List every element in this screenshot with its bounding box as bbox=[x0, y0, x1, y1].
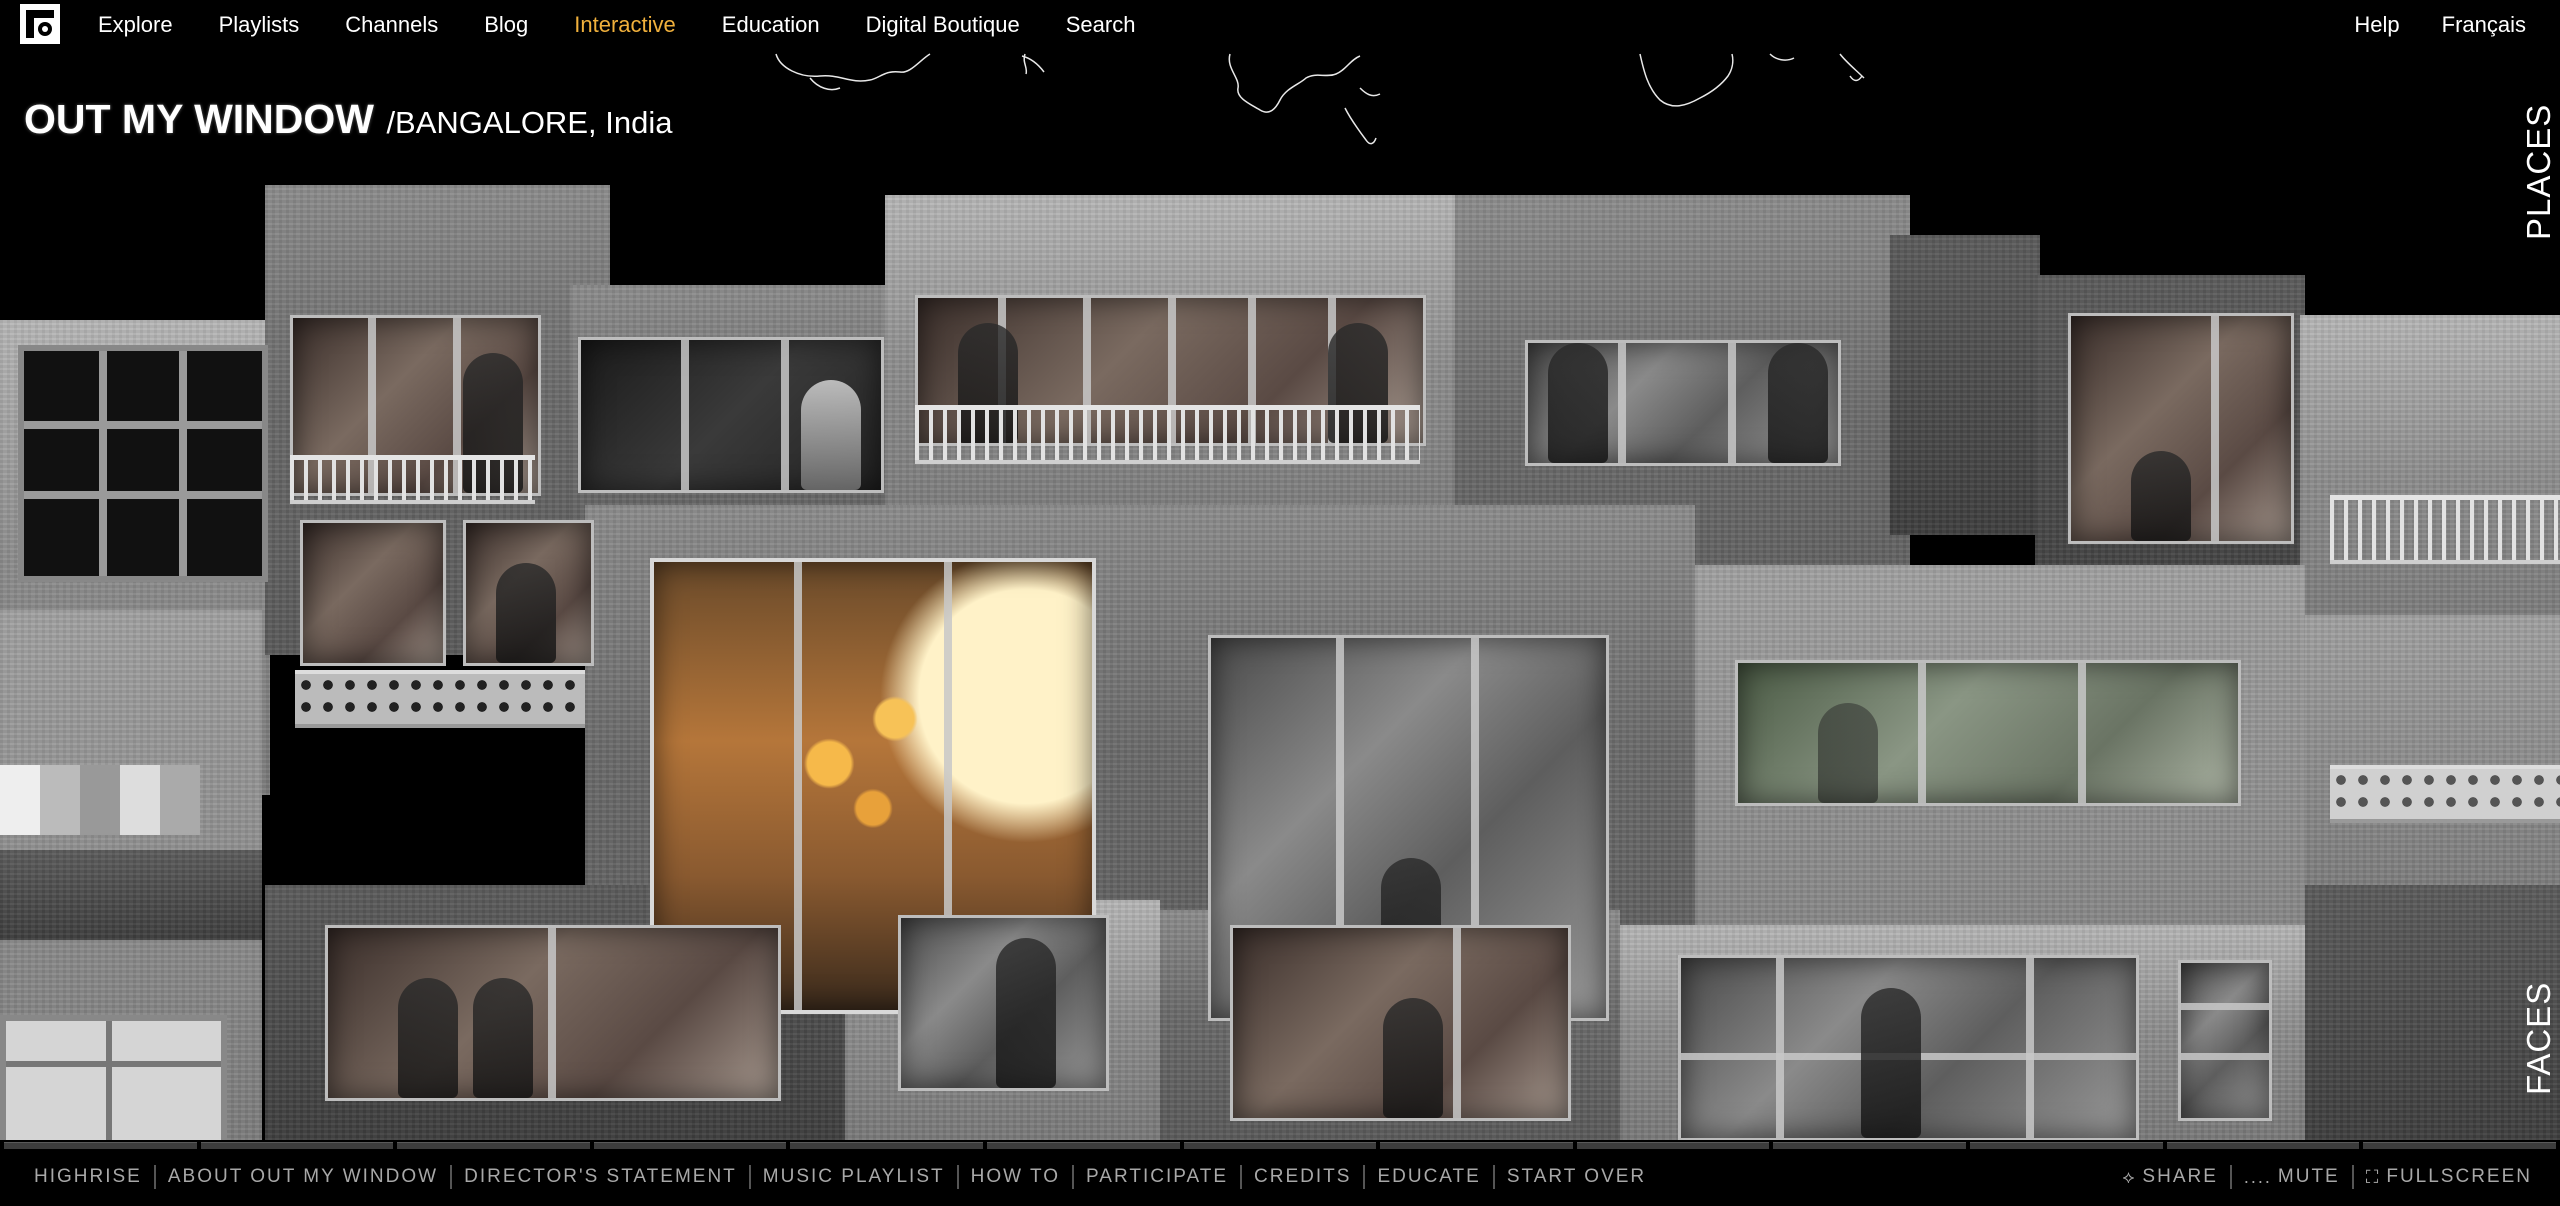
window-man-standing[interactable] bbox=[1678, 955, 2139, 1141]
progress-segment[interactable] bbox=[987, 1142, 1180, 1149]
window-man-coat[interactable] bbox=[898, 915, 1109, 1091]
footer-controls: ⟡ SHARE .... MUTE ⛶ FULLSCREEN bbox=[2111, 1160, 2544, 1194]
progress-segment[interactable] bbox=[790, 1142, 984, 1149]
balcony-rail-col4 bbox=[915, 405, 1420, 464]
places-tab[interactable]: PLACES bbox=[2520, 100, 2558, 240]
nav-digital-boutique[interactable]: Digital Boutique bbox=[866, 12, 1020, 38]
footer-start-over[interactable]: START OVER bbox=[1492, 1165, 1658, 1189]
fullscreen-label: FULLSCREEN bbox=[2386, 1166, 2532, 1187]
mute-label: MUTE bbox=[2277, 1166, 2340, 1187]
building-right-top bbox=[2300, 315, 2560, 645]
progress-segment[interactable] bbox=[1576, 1142, 1770, 1149]
nav-channels[interactable]: Channels bbox=[345, 12, 438, 38]
chapter-progress bbox=[0, 1142, 2560, 1152]
nav-interactive[interactable]: Interactive bbox=[574, 12, 676, 38]
window-blurred-woman[interactable] bbox=[1735, 660, 2241, 806]
footer-credits[interactable]: CREDITS bbox=[1240, 1165, 1363, 1189]
nfb-logo-icon[interactable] bbox=[20, 4, 60, 44]
footer-participate[interactable]: PARTICIPATE bbox=[1072, 1165, 1240, 1189]
lattice-parapet-col2 bbox=[295, 670, 585, 728]
volume-icon: .... bbox=[2243, 1167, 2272, 1187]
nav-francais[interactable]: Français bbox=[2442, 12, 2526, 38]
nav-help[interactable]: Help bbox=[2354, 12, 2399, 38]
progress-segment[interactable] bbox=[397, 1142, 590, 1149]
footer-educate[interactable]: EDUCATE bbox=[1363, 1165, 1492, 1189]
share-icon: ⟡ bbox=[2122, 1167, 2137, 1187]
nav-blog[interactable]: Blog bbox=[484, 12, 528, 38]
window-man-desk[interactable] bbox=[2068, 313, 2294, 544]
fullscreen-button[interactable]: ⛶ FULLSCREEN bbox=[2351, 1165, 2544, 1189]
top-navigation: Explore Playlists Channels Blog Interact… bbox=[0, 0, 2560, 50]
window-left-shutter bbox=[18, 345, 268, 582]
progress-segment[interactable] bbox=[4, 1142, 197, 1149]
footer-music-playlist[interactable]: MUSIC PLAYLIST bbox=[748, 1165, 957, 1189]
world-map-outline bbox=[775, 53, 1865, 145]
footer-how-to[interactable]: HOW TO bbox=[956, 1165, 1072, 1189]
footer-about[interactable]: ABOUT OUT MY WINDOW bbox=[153, 1165, 450, 1189]
project-title: OUT MY WINDOW /BANGALORE, India bbox=[24, 96, 672, 143]
building-left-wall bbox=[0, 850, 262, 940]
nav-explore[interactable]: Explore bbox=[98, 12, 173, 38]
footer-highrise[interactable]: HIGHRISE bbox=[22, 1165, 154, 1189]
title-main: OUT MY WINDOW bbox=[24, 96, 374, 142]
window-kitchen-women[interactable] bbox=[463, 520, 594, 666]
faces-tab[interactable]: FACES bbox=[2520, 975, 2558, 1095]
share-label: SHARE bbox=[2142, 1166, 2218, 1187]
fullscreen-icon: ⛶ bbox=[2365, 1167, 2381, 1187]
nav-playlists[interactable]: Playlists bbox=[219, 12, 300, 38]
utility-menu: Help Français bbox=[2312, 0, 2526, 50]
window-curtains[interactable] bbox=[578, 337, 884, 493]
progress-segment[interactable] bbox=[2363, 1142, 2556, 1149]
window-kitchen-small[interactable] bbox=[300, 520, 446, 666]
progress-segment[interactable] bbox=[1970, 1142, 2163, 1149]
mute-button[interactable]: .... MUTE bbox=[2229, 1165, 2352, 1189]
main-menu: Explore Playlists Channels Blog Interact… bbox=[98, 0, 1181, 50]
bottom-bar: HIGHRISE ABOUT OUT MY WINDOW DIRECTOR'S … bbox=[0, 1140, 2560, 1206]
progress-segment[interactable] bbox=[200, 1142, 394, 1149]
laundry-clothes bbox=[0, 765, 200, 835]
title-location: /BANGALORE, India bbox=[386, 105, 673, 140]
balcony-rail-right bbox=[2330, 495, 2560, 564]
window-old-couple[interactable] bbox=[325, 925, 781, 1101]
progress-segment[interactable] bbox=[1773, 1142, 1967, 1149]
nav-search[interactable]: Search bbox=[1066, 12, 1136, 38]
window-woman-sofa[interactable] bbox=[1230, 925, 1571, 1121]
progress-segment[interactable] bbox=[593, 1142, 787, 1149]
share-button[interactable]: ⟡ SHARE bbox=[2111, 1165, 2230, 1189]
window-left-bottom bbox=[0, 1015, 227, 1152]
progress-segment[interactable] bbox=[1380, 1142, 1573, 1149]
progress-segment[interactable] bbox=[2166, 1142, 2360, 1149]
window-small-right[interactable] bbox=[2178, 960, 2272, 1121]
lattice-right bbox=[2330, 765, 2560, 823]
balcony-rail-col2 bbox=[290, 455, 535, 504]
building-right-mid bbox=[2300, 615, 2560, 895]
footer-menu: HIGHRISE ABOUT OUT MY WINDOW DIRECTOR'S … bbox=[22, 1160, 1658, 1194]
window-old-woman[interactable] bbox=[1525, 340, 1841, 466]
progress-segment[interactable] bbox=[1183, 1142, 1377, 1149]
building-col6-dark bbox=[1890, 235, 2040, 535]
nav-education[interactable]: Education bbox=[722, 12, 820, 38]
highrise-collage bbox=[0, 165, 2560, 1152]
footer-directors-statement[interactable]: DIRECTOR'S STATEMENT bbox=[450, 1165, 749, 1189]
